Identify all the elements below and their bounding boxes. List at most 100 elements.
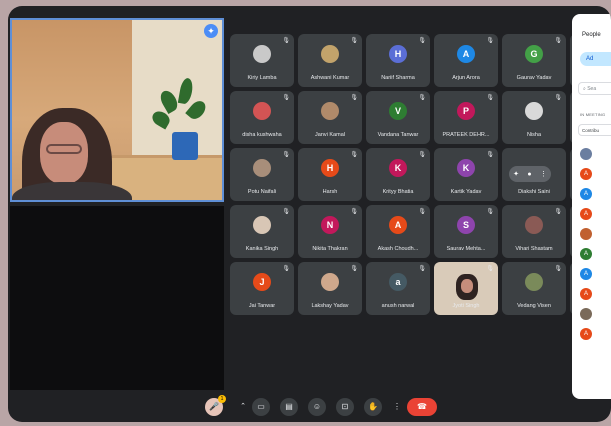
participant-tile[interactable]: 🎙 Jyoti Singh: [434, 262, 498, 315]
people-row[interactable]: A: [578, 204, 611, 224]
participant-tile[interactable]: 🎙 Janvi Kamal: [298, 91, 362, 144]
people-row[interactable]: A: [578, 164, 611, 184]
mic-off-icon: 🎙: [350, 209, 358, 215]
people-row[interactable]: A: [578, 324, 611, 344]
contributors-dropdown[interactable]: Contribu: [578, 124, 611, 136]
add-people-label: Ad: [586, 56, 594, 62]
avatar: S: [457, 216, 475, 234]
pin-icon[interactable]: ✦: [513, 170, 519, 178]
chevron-up-icon[interactable]: ⌃: [238, 398, 248, 416]
presenter-body: [12, 182, 132, 200]
meet-screen: ✦ 🎙 Kiriy Lamba 🎙 Ashwani Kumar H 🎙 Nariif Sha…: [8, 6, 611, 422]
participant-name: anush narwal: [381, 303, 415, 309]
presenter-video[interactable]: ✦: [10, 18, 224, 202]
participant-tile[interactable]: V 🎙 Vandana Tanwar: [366, 91, 430, 144]
people-row[interactable]: A: [578, 184, 611, 204]
participant-tile[interactable]: 🎙 Vedang Visen: [502, 262, 566, 315]
mic-off-icon: 🎙: [418, 38, 426, 44]
avatar: [321, 273, 339, 291]
present-icon[interactable]: ⊡: [336, 398, 354, 416]
camera-icon[interactable]: ▭: [252, 398, 270, 416]
participant-tile[interactable]: a 🎙 anush narwal: [366, 262, 430, 315]
participant-name: Arjun Arora: [452, 75, 480, 81]
mic-off-icon: 🎙: [282, 38, 290, 44]
people-row[interactable]: [578, 144, 611, 164]
participant-tile[interactable]: P 🎙 PRATEEK DEHR...: [434, 91, 498, 144]
tile-actions[interactable]: ✦ ● ⋮: [509, 166, 551, 182]
participant-tile[interactable]: 🎙 Ashwani Kumar: [298, 34, 362, 87]
avatar: A: [580, 208, 592, 220]
avatar: A: [389, 216, 407, 234]
participant-tile[interactable]: J 🎙 Jai Tanwar: [230, 262, 294, 315]
mic-icon[interactable]: 🎤 1: [205, 395, 226, 416]
mic-off-icon: 🎙: [554, 38, 562, 44]
mic-off-icon: 🎙: [350, 266, 358, 272]
participant-tile[interactable]: A 🎙 Arjun Arora: [434, 34, 498, 87]
captions-icon[interactable]: ▤: [280, 398, 298, 416]
people-row[interactable]: A: [578, 284, 611, 304]
raise-hand-icon[interactable]: ✋: [364, 398, 382, 416]
participant-tile[interactable]: G 🎙 Gaurav Yadav: [502, 34, 566, 87]
avatar: [253, 45, 271, 63]
participant-tile[interactable]: H 🎙 Nariif Sharma: [366, 34, 430, 87]
avatar: A: [580, 288, 592, 300]
search-people-input[interactable]: ⌕ Sea: [578, 82, 611, 95]
mic-off-icon: 🎙: [418, 152, 426, 158]
participant-name: Gaurav Yadav: [516, 75, 552, 81]
mute-icon[interactable]: ●: [527, 171, 531, 178]
mic-off-icon: 🎙: [350, 38, 358, 44]
participant-tile[interactable]: 🎙 Potu Naifali: [230, 148, 294, 201]
participant-tile[interactable]: 🎙 Nisha: [502, 91, 566, 144]
avatar: [580, 148, 592, 160]
participant-name: Vedang Visen: [517, 303, 551, 309]
people-row[interactable]: [578, 224, 611, 244]
avatar: A: [457, 45, 475, 63]
participant-tile[interactable]: ✦ ● ⋮ Diakshi Saini: [502, 148, 566, 201]
participant-name: Lakshay Yadav: [311, 303, 349, 309]
participant-tile[interactable]: H 🎙 Harsh: [298, 148, 362, 201]
participant-tile[interactable]: K 🎙 Kartik Yadav: [434, 148, 498, 201]
mic-off-icon: 🎙: [282, 95, 290, 101]
participant-tile[interactable]: S 🎙 Saurav Mehta...: [434, 205, 498, 258]
presenter-glasses: [46, 144, 82, 154]
avatar: [321, 45, 339, 63]
emoji-icon[interactable]: ☺: [308, 398, 326, 416]
participant-tile[interactable]: 🎙 Kiriy Lamba: [230, 34, 294, 87]
avatar: [580, 228, 592, 240]
mic-off-icon: 🎙: [282, 266, 290, 272]
add-people-button[interactable]: Ad: [580, 52, 611, 66]
avatar: [580, 308, 592, 320]
participant-name: Kanika Singh: [245, 246, 279, 252]
pin-icon[interactable]: ✦: [204, 24, 218, 38]
more-icon[interactable]: ⋮: [388, 398, 406, 416]
people-row[interactable]: A: [578, 264, 611, 284]
avatar: [525, 273, 543, 291]
participant-tile[interactable]: 🎙 Lakshay Yadav: [298, 262, 362, 315]
people-panel: People Ad ⌕ Sea IN MEETING Contribu AAAA…: [572, 14, 611, 399]
avatar: a: [389, 273, 407, 291]
contributors-label: Contribu: [582, 128, 600, 133]
participant-name: Nisha: [526, 132, 542, 138]
participant-face: [461, 279, 473, 293]
participant-tile[interactable]: A 🎙 Akash Choudh...: [366, 205, 430, 258]
people-row[interactable]: A: [578, 244, 611, 264]
participant-tile[interactable]: 🎙 Vihari Shastam: [502, 205, 566, 258]
participant-tile[interactable]: N 🎙 Nikita Thakran: [298, 205, 362, 258]
avatar: [253, 159, 271, 177]
avatar: J: [253, 273, 271, 291]
participant-tile[interactable]: 🎙 Kanika Singh: [230, 205, 294, 258]
participant-tile[interactable]: K 🎙 Krityy Bhatia: [366, 148, 430, 201]
participant-tile[interactable]: 🎙 disha kushwaha: [230, 91, 294, 144]
mic-off-icon: 🎙: [486, 95, 494, 101]
control-bar: 🎤 1 ⌃ ▭ ▤ ☺ ⊡ ✋ ⋮ ☎: [8, 395, 611, 422]
mic-off-icon: 🎙: [554, 266, 562, 272]
mic-off-icon: 🎙: [486, 209, 494, 215]
mic-off-icon: 🎙: [350, 152, 358, 158]
end-call-icon[interactable]: ☎: [407, 398, 437, 416]
participant-name: disha kushwaha: [242, 132, 282, 138]
avatar: [253, 102, 271, 120]
people-row[interactable]: [578, 304, 611, 324]
avatar: K: [457, 159, 475, 177]
more-icon[interactable]: ⋮: [540, 170, 547, 178]
participant-name: Nikita Thakran: [312, 246, 348, 252]
